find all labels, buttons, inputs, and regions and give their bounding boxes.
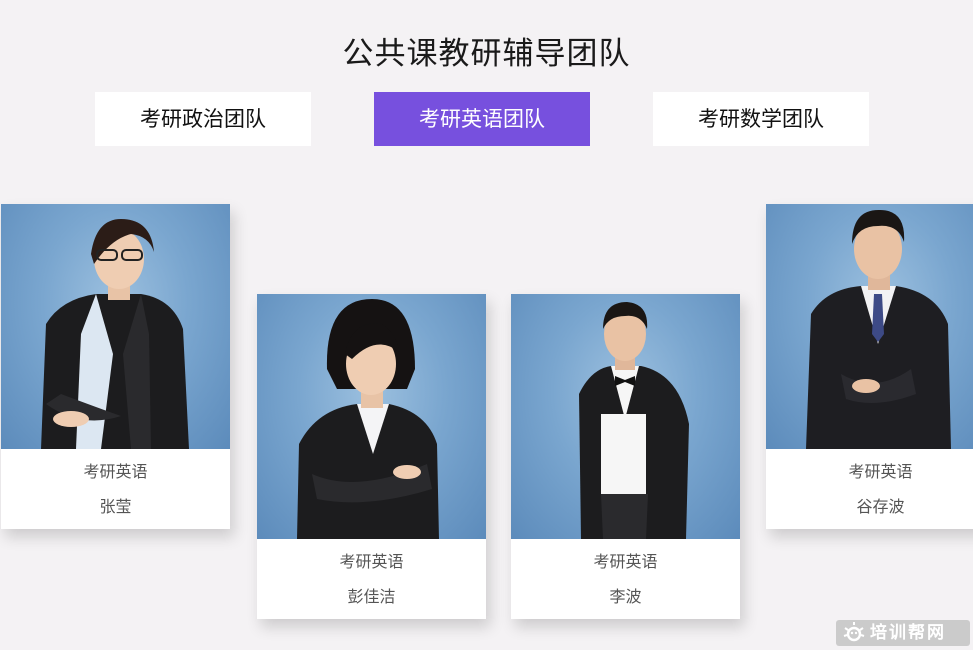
teacher-role: 考研英语 [593,552,658,571]
tab-politics-team[interactable]: 考研政治团队 [95,92,311,146]
teacher-name: 谷存波 [856,497,905,516]
tab-math-team[interactable]: 考研数学团队 [653,92,869,146]
teacher-photo [1,204,230,449]
teacher-role: 考研英语 [848,462,913,481]
sun-logo-icon [843,622,865,642]
watermark-text: 培训帮网 [870,623,946,643]
teacher-role: 考研英语 [83,462,148,481]
teacher-name: 彭佳洁 [347,587,396,606]
teacher-card-li-bo[interactable]: 考研英语 李波 [511,294,740,619]
teacher-photo [766,204,973,449]
site-watermark: 培训帮网 [836,620,970,646]
teacher-role: 考研英语 [339,552,404,571]
teacher-card-zhang-ying[interactable]: 考研英语 张莹 [1,204,230,529]
teacher-card-peng-jiajie[interactable]: 考研英语 彭佳洁 [257,294,486,619]
teacher-name: 李波 [609,587,642,606]
teacher-name: 张莹 [99,497,132,516]
tab-english-team[interactable]: 考研英语团队 [374,92,590,146]
page-title: 公共课教研辅导团队 [342,36,631,72]
teacher-photo [257,294,486,539]
teacher-card-gu-cunbo[interactable]: 考研英语 谷存波 [766,204,973,529]
teacher-photo [511,294,740,539]
